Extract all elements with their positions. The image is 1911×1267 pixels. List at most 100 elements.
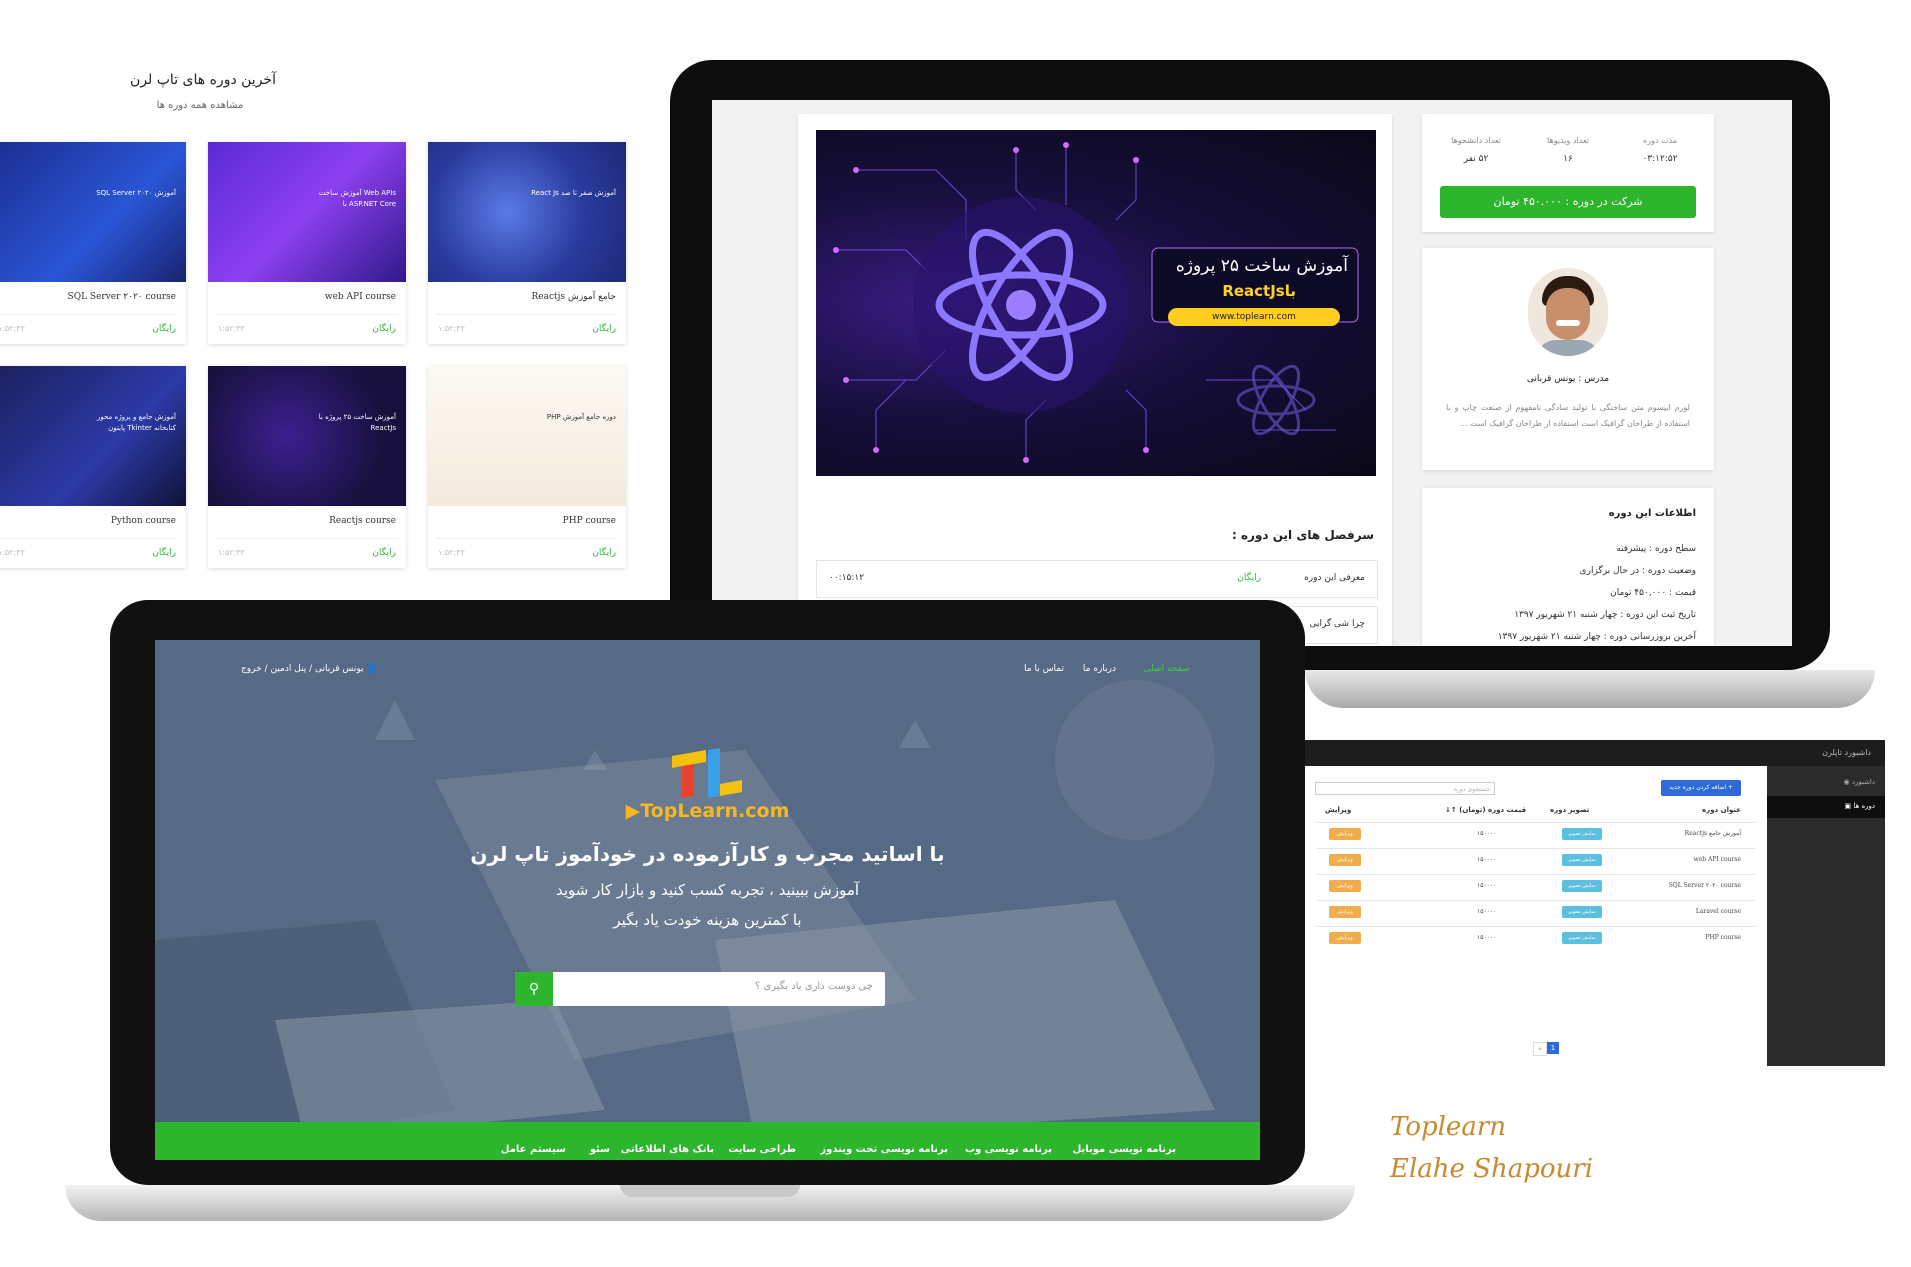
course-card-price: رایگان [152, 548, 176, 558]
sidebar-item-courses[interactable]: دوره ها ▣ [1845, 802, 1875, 810]
edit-button[interactable]: ویرایش [1329, 932, 1361, 944]
course-card-time: ۱:۵۲:۳۲ [218, 324, 245, 333]
edit-button[interactable]: ویرایش [1329, 906, 1361, 918]
info-title: اطلاعات این دوره [1608, 508, 1696, 519]
info-level: سطح دوره : پیشرفته [1616, 544, 1696, 554]
syllabus-item[interactable]: معرفی این دوره رایگان ۰۰:۱۵:۱۲ [816, 560, 1378, 598]
course-card-title[interactable]: Reactjs course [329, 516, 396, 526]
course-detail-page: آموزش ساخت ۲۵ پروژه باReactJs www.toplea… [712, 100, 1792, 646]
course-card-price: رایگان [372, 548, 396, 558]
menu-database[interactable]: بانک های اطلاعاتی [621, 1144, 714, 1155]
course-thumbnail-caption: Web APIs آموزش ساخت ASP.NET Core با [318, 189, 396, 208]
course-card-price: رایگان [592, 324, 616, 334]
nav-about[interactable]: درباره ما [1083, 664, 1116, 674]
hero-headline: با اساتید مجرب و کارآزموده در خودآموز تا… [470, 842, 945, 866]
row-price: ۱۵۰۰۰۰ [1477, 856, 1497, 863]
banner-subtitle: باReactJs [1222, 282, 1296, 300]
course-card-title[interactable]: PHP course [563, 516, 616, 526]
user-menu[interactable]: 👤 یونس قربانی / پنل ادمین / خروج [241, 664, 378, 674]
tl-logo-icon [672, 748, 742, 798]
menu-web[interactable]: برنامه نویسی وب [965, 1144, 1052, 1155]
course-card-title[interactable]: Reactjs جامع آموزش [532, 292, 617, 302]
course-card-time: ۱:۵۲:۳۲ [218, 548, 245, 557]
course-thumbnail-caption: آموزش جامع و پروژه محور کتابخانه Tkinter… [97, 413, 176, 432]
course-thumbnail[interactable]: دوره جامع آموزش PHP [428, 366, 626, 506]
signature-line2: Elahe Shapouri [1390, 1154, 1594, 1184]
course-thumbnail-caption: دوره جامع آموزش PHP [546, 413, 616, 421]
edit-button[interactable]: ویرایش [1329, 880, 1361, 892]
hero-line3: با کمترین هزینه خودت یاد بگیر [613, 911, 802, 929]
col-price[interactable]: قیمت دوره (تومان) ↑↓ [1445, 806, 1526, 814]
course-thumbnail[interactable]: آموزش ساخت ۲۵ پروژه با ReactJs [208, 366, 406, 506]
row-price: ۱۵۰۰۰۰ [1477, 830, 1497, 837]
course-thumbnail[interactable]: آموزش SQL Server ۲۰۲۰ [0, 142, 186, 282]
duration-value: ۰۳:۱۲:۵۲ [1642, 154, 1678, 164]
pagination-prev[interactable]: « [1533, 1042, 1547, 1056]
syllabus-item-title: چرا شی گرایی [1309, 619, 1365, 629]
menu-web-design[interactable]: طراحی سایت [728, 1144, 796, 1155]
view-image-button[interactable]: نمایش تصویر [1562, 854, 1602, 866]
view-image-button[interactable]: نمایش تصویر [1562, 906, 1602, 918]
course-card[interactable]: Web APIs آموزش ساخت ASP.NET Core با web A… [208, 142, 406, 344]
hero-background-photo [155, 640, 1260, 1160]
course-card-title[interactable]: SQL Server ۲۰۲۰ course [68, 292, 176, 302]
view-image-button[interactable]: نمایش تصویر [1562, 880, 1602, 892]
row-title: SQL Server ۲۰۲۰ course [1668, 882, 1741, 889]
view-image-button[interactable]: نمایش تصویر [1562, 828, 1602, 840]
search-input[interactable]: چی دوست داری یاد بگیری ؟ [755, 981, 873, 992]
view-all-courses-link[interactable]: مشاهده همه دوره ها [130, 100, 270, 111]
circuit-lines-graphic [833, 142, 1359, 463]
free-badge: رایگان [1237, 573, 1261, 583]
signature-line1: Toplearn [1390, 1112, 1506, 1142]
course-card[interactable]: آموزش SQL Server ۲۰۲۰ SQL Server ۲۰۲۰ cou… [0, 142, 186, 344]
homepage-hero: صفحه اصلی درباره ما تماس با ما 👤 یونس قر… [155, 640, 1260, 1160]
teacher-avatar [1528, 268, 1608, 356]
info-created: تاریخ ثبت این دوره : چهار شنبه ۲۱ شهریور… [1514, 610, 1696, 620]
course-card[interactable]: آموزش ساخت ۲۵ پروژه با ReactJs Reactjs co… [208, 366, 406, 568]
pagination-page[interactable]: 1 [1547, 1042, 1559, 1054]
course-card-price: رایگان [372, 324, 396, 334]
course-thumbnail-caption: آموزش ساخت ۲۵ پروژه با ReactJs [318, 413, 396, 432]
teacher-name: مدرس : یونس قربانی [1526, 374, 1610, 384]
edit-button[interactable]: ویرایش [1329, 828, 1361, 840]
table-row: SQL Server ۲۰۲۰ course ۱۵۰۰۰۰ نمایش تصویر و… [1317, 874, 1755, 899]
course-thumbnail[interactable]: Web APIs آموزش ساخت ASP.NET Core با [208, 142, 406, 282]
course-card[interactable]: آموزش صفر تا صد React Js Reactjs جامع آمو… [428, 142, 626, 344]
table-row: PHP course ۱۵۰۰۰۰ نمایش تصویر ویرایش [1317, 926, 1755, 951]
hero-line2: آموزش ببینید ، تجربه کسب کنید و بازار کا… [555, 881, 860, 899]
menu-mobile[interactable]: برنامه نویسی موبایل [1073, 1144, 1176, 1155]
row-price: ۱۵۰۰۰۰ [1477, 882, 1497, 889]
toplearn-logo [662, 748, 752, 800]
menu-windows[interactable]: برنامه نویسی تحت ویندوز [820, 1144, 948, 1155]
banner-url: www.toplearn.com [1168, 308, 1340, 326]
course-thumbnail[interactable]: آموزش صفر تا صد React Js [428, 142, 626, 282]
card-divider [0, 314, 178, 315]
row-price: ۱۵۰۰۰۰ [1477, 934, 1497, 941]
videos-label: تعداد ویدیوها [1547, 136, 1589, 145]
banner-title: آموزش ساخت ۲۵ پروژه [1175, 256, 1348, 276]
syllabus-item-time: ۰۰:۱۵:۱۲ [829, 573, 865, 583]
course-stats-panel: مدت دوره ۰۳:۱۲:۵۲ تعداد ویدیوها ۱۶ تعداد… [1422, 114, 1714, 232]
add-course-button[interactable]: + اضافه کردن دوره جدید [1661, 780, 1741, 796]
card-divider [436, 314, 618, 315]
enroll-button[interactable]: شرکت در دوره : ۴۵۰.۰۰۰ تومان [1440, 186, 1696, 218]
nav-home[interactable]: صفحه اصلی [1144, 664, 1190, 674]
search-box: چی دوست داری یاد بگیری ؟ ⚲ [515, 972, 885, 1006]
course-card-time: ۱:۵۲:۳۲ [438, 548, 465, 557]
view-image-button[interactable]: نمایش تصویر [1562, 932, 1602, 944]
course-card[interactable]: دوره جامع آموزش PHP PHP course رایگان ۱:۵۲:… [428, 366, 626, 568]
search-icon[interactable]: ⚲ [515, 972, 553, 1006]
menu-os[interactable]: سیستم عامل [501, 1144, 566, 1155]
sidebar-item-dashboard[interactable]: داشبورد ◉ [1844, 778, 1876, 786]
course-thumbnail[interactable]: آموزش جامع و پروژه محور کتابخانه Tkinter… [0, 366, 186, 506]
teacher-bio: لورم ایپسوم متن ساختگی با تولید سادگی نا… [1446, 403, 1690, 428]
table-row: Laravel course ۱۵۰۰۰۰ نمایش تصویر ویرایش [1317, 900, 1755, 925]
course-card[interactable]: آموزش جامع و پروژه محور کتابخانه Tkinter… [0, 366, 186, 568]
course-card-title[interactable]: Python course [111, 516, 176, 526]
admin-search-input[interactable]: جستجوی دوره [1315, 782, 1495, 795]
course-card-title[interactable]: web API course [325, 292, 396, 302]
menu-seo[interactable]: سئو [590, 1144, 610, 1155]
edit-button[interactable]: ویرایش [1329, 854, 1361, 866]
syllabus-title: سرفصل های این دوره : [1231, 528, 1374, 542]
nav-contact[interactable]: تماس با ما [1024, 664, 1064, 674]
